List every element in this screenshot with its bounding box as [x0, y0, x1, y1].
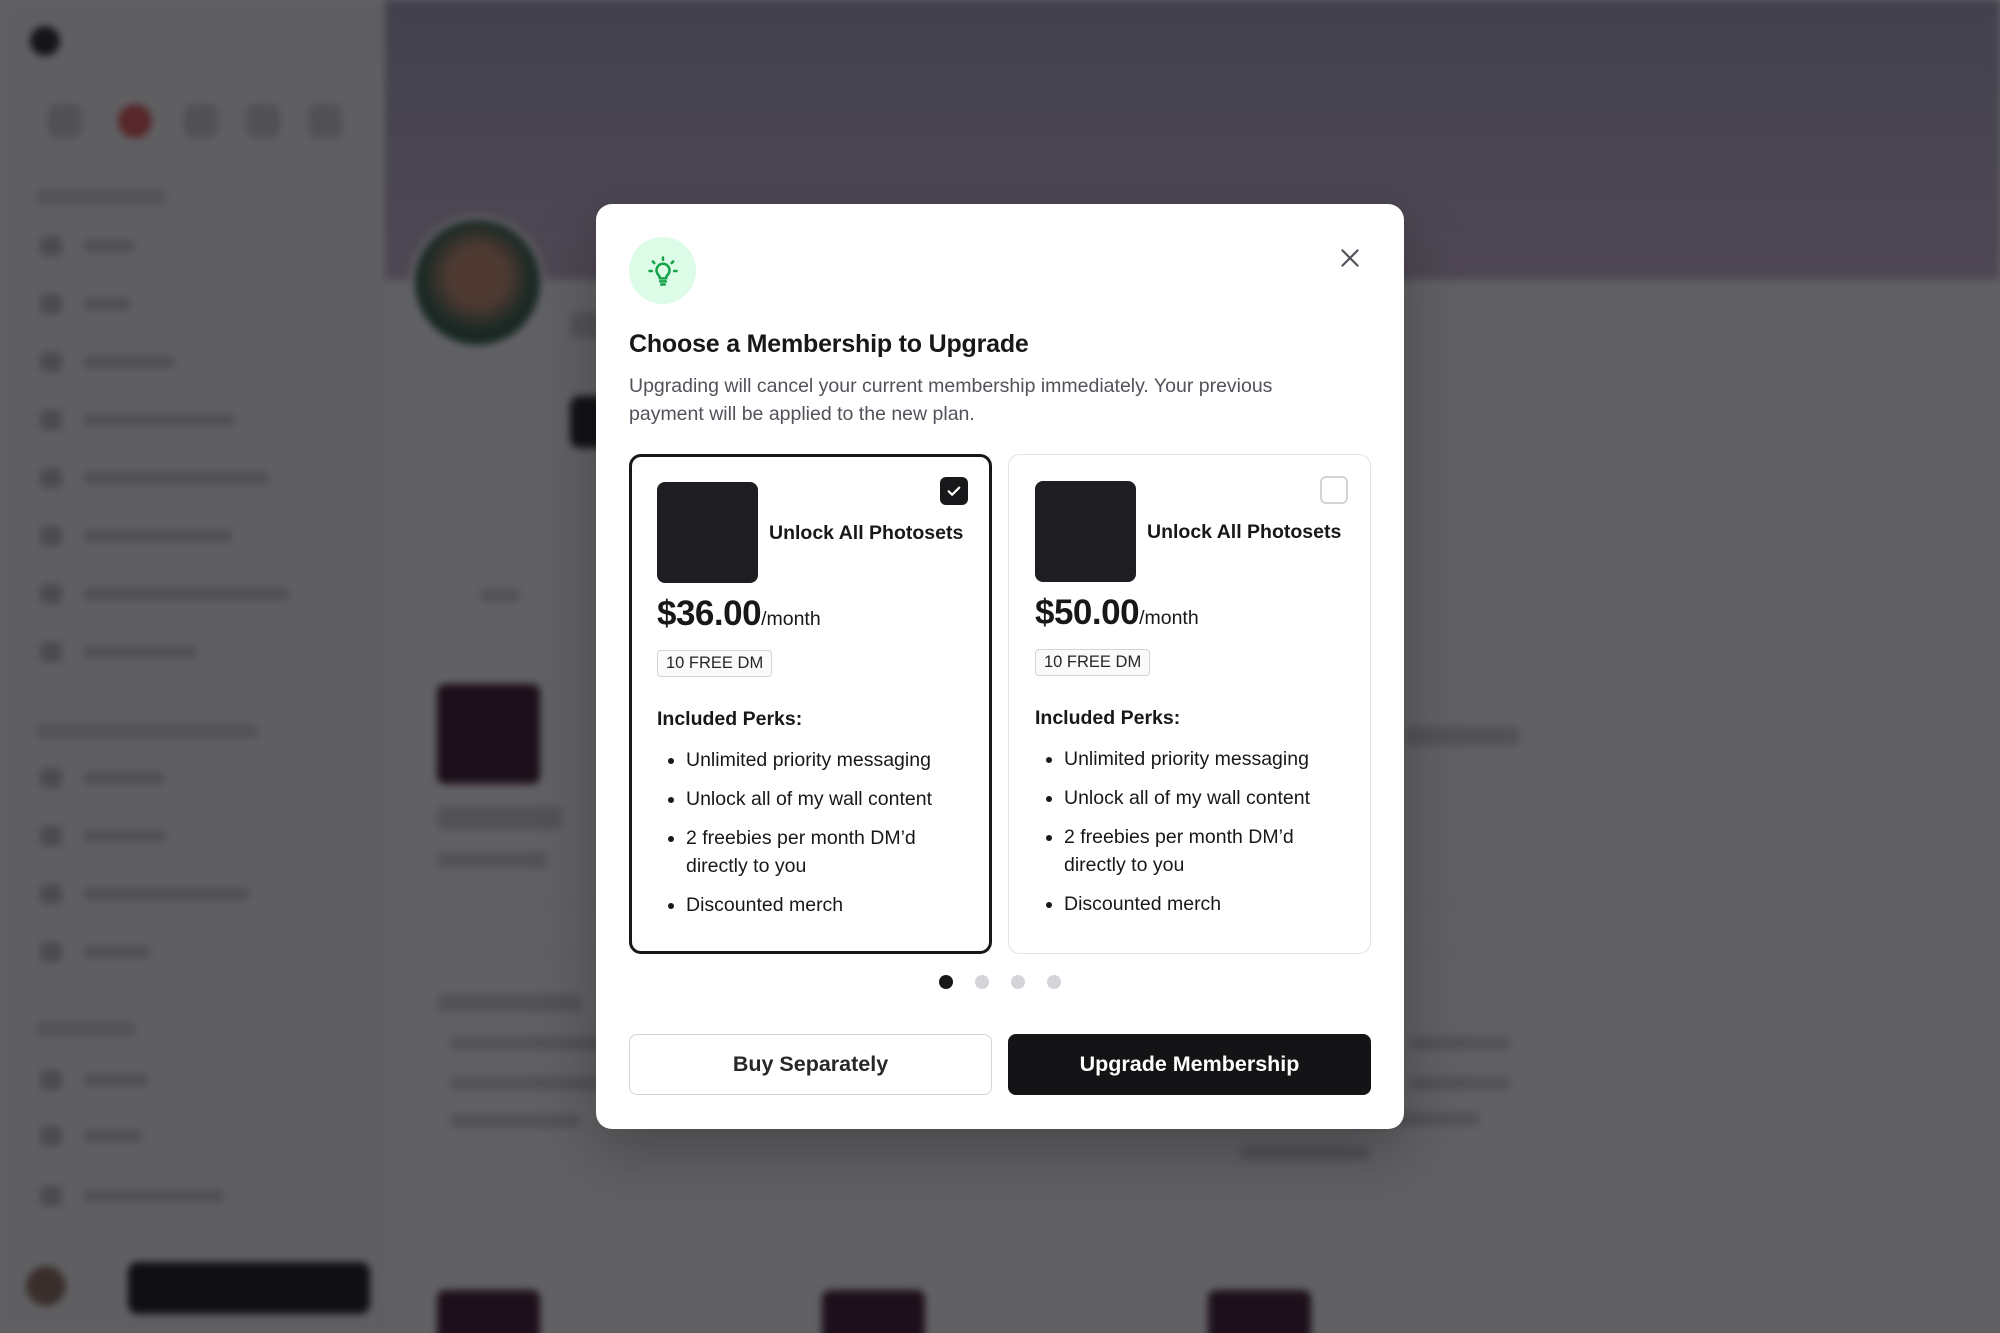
free-dm-badge: 10 FREE DM [657, 650, 773, 677]
lightbulb-icon [629, 237, 696, 304]
plan-thumbnail [1035, 481, 1136, 582]
pagination-dot-2[interactable] [975, 975, 989, 989]
plan-name: Unlock All Photosets [1147, 521, 1342, 543]
perk-item: 2 freebies per month DM’d directly to yo… [657, 824, 967, 880]
plan-price-amount: $36.00 [657, 594, 762, 633]
perks-heading: Included Perks: [1035, 707, 1181, 729]
plan-card[interactable]: Unlock All Photosets $36.00/month 10 FRE… [629, 454, 992, 954]
plan-thumbnail [657, 482, 758, 583]
perk-item: Discounted merch [657, 891, 967, 919]
perks-list: Unlimited priority messaging Unlock all … [657, 746, 967, 930]
plan-name: Unlock All Photosets [769, 522, 964, 544]
plan-price: $36.00/month [657, 594, 821, 634]
plan-price-amount: $50.00 [1035, 593, 1140, 632]
pagination-dot-3[interactable] [1011, 975, 1025, 989]
perk-item: Unlock all of my wall content [657, 785, 967, 813]
close-icon[interactable] [1332, 240, 1368, 276]
perk-item: Unlimited priority messaging [1035, 745, 1345, 773]
upgrade-membership-button[interactable]: Upgrade Membership [1008, 1034, 1371, 1095]
carousel-pagination [596, 975, 1404, 989]
plan-checkbox-unchecked[interactable] [1320, 476, 1348, 504]
perks-list: Unlimited priority messaging Unlock all … [1035, 745, 1345, 929]
perk-item: Unlock all of my wall content [1035, 784, 1345, 812]
plan-checkbox-checked[interactable] [940, 477, 968, 505]
buy-separately-button[interactable]: Buy Separately [629, 1034, 992, 1095]
upgrade-membership-modal: Choose a Membership to Upgrade Upgrading… [596, 204, 1404, 1129]
perk-item: Unlimited priority messaging [657, 746, 967, 774]
pagination-dot-4[interactable] [1047, 975, 1061, 989]
plan-price-period: /month [761, 608, 821, 630]
modal-subtitle: Upgrading will cancel your current membe… [629, 375, 1273, 425]
perk-item: 2 freebies per month DM’d directly to yo… [1035, 823, 1345, 879]
plan-card[interactable]: Unlock All Photosets $50.00/month 10 FRE… [1008, 454, 1371, 954]
modal-title: Choose a Membership to Upgrade [629, 330, 1029, 358]
perks-heading: Included Perks: [657, 708, 803, 730]
free-dm-badge: 10 FREE DM [1035, 649, 1151, 676]
perk-item: Discounted merch [1035, 890, 1345, 918]
plan-price: $50.00/month [1035, 593, 1199, 633]
plan-price-period: /month [1139, 607, 1199, 629]
pagination-dot-1[interactable] [939, 975, 953, 989]
